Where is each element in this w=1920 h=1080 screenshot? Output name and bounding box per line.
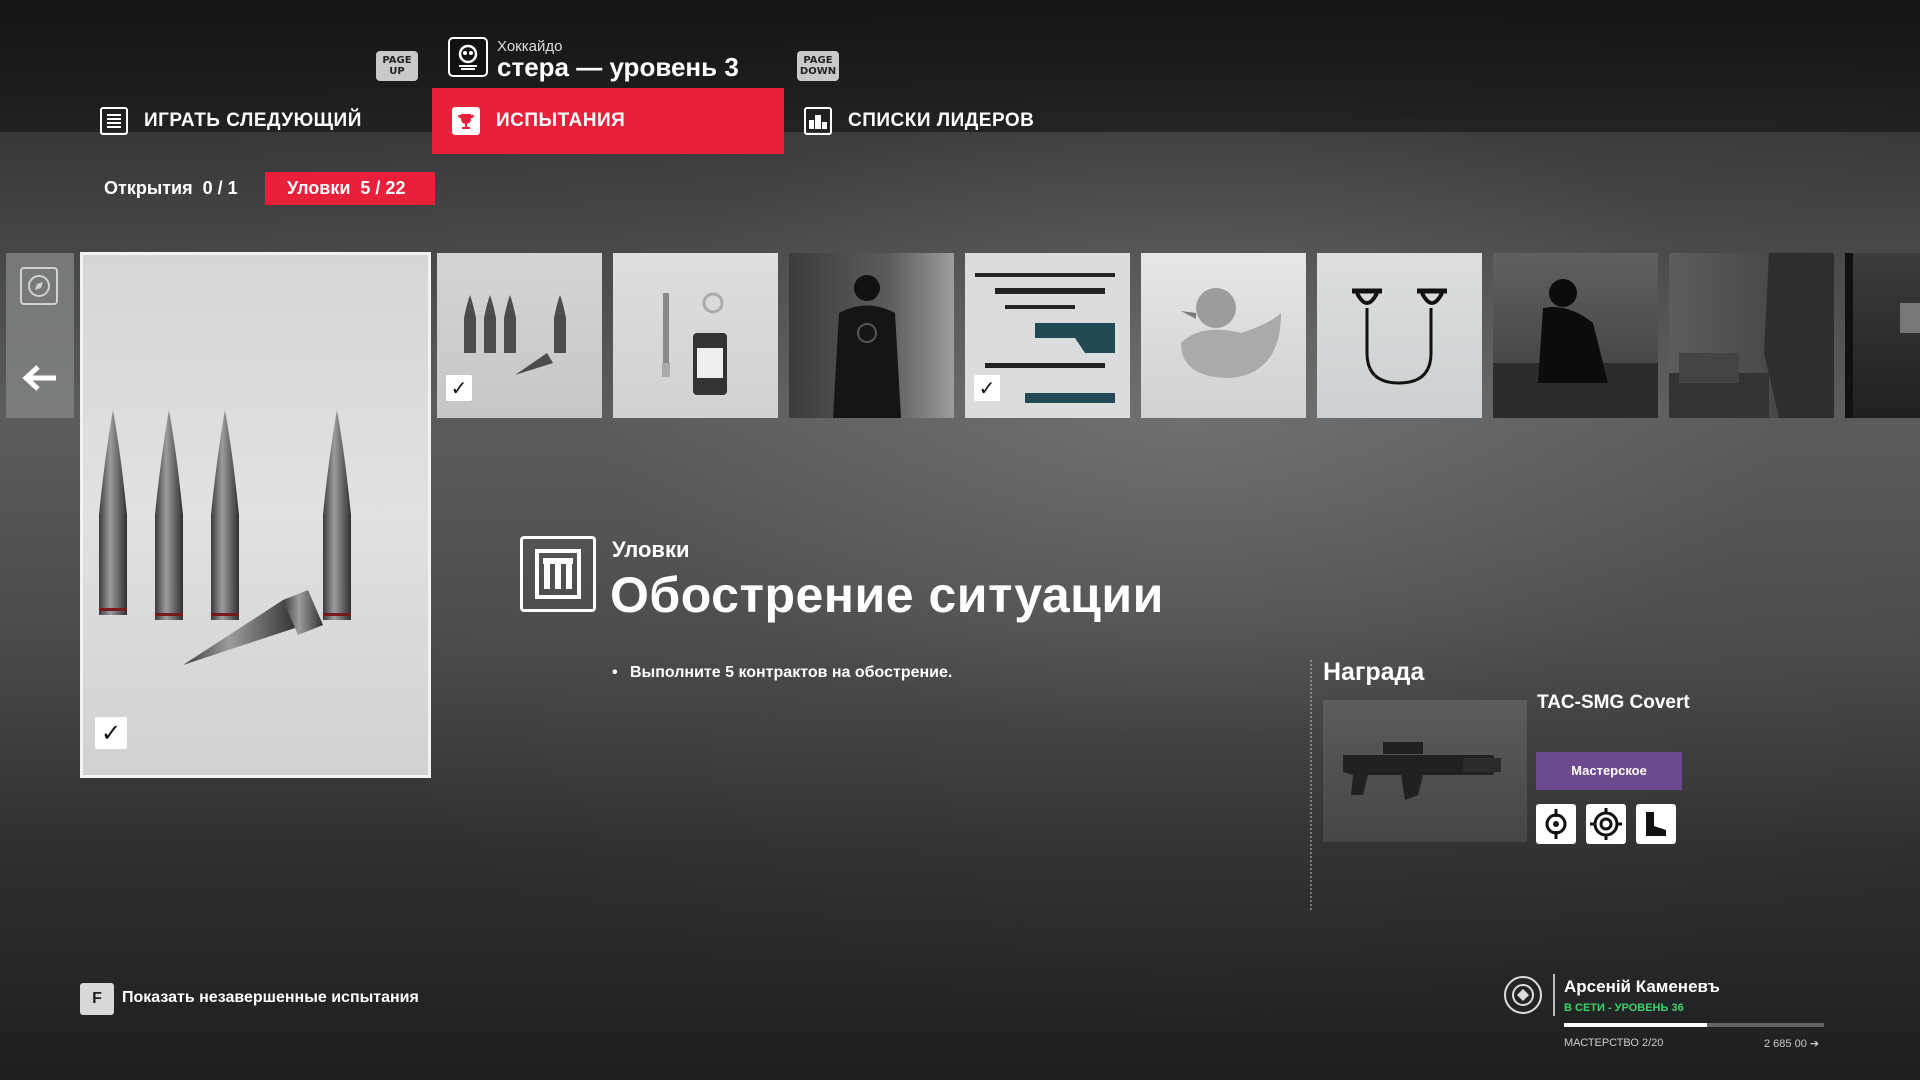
- tab-leaderboards-label: СПИСКИ ЛИДЕРОВ: [848, 110, 1035, 131]
- mastery-progress-bar: [1564, 1023, 1824, 1027]
- challenge-category: Уловки: [612, 537, 690, 562]
- reward-divider: [1310, 660, 1312, 910]
- trophy-icon: [452, 107, 480, 135]
- reticle-icon: [1536, 804, 1576, 844]
- page-down-key[interactable]: PAGE DOWN: [797, 51, 839, 81]
- boot-icon: [1636, 804, 1676, 844]
- f-key[interactable]: F: [80, 983, 114, 1015]
- crouching-figure-icon: [1493, 279, 1658, 418]
- challenge-tile-bullets[interactable]: ✓: [437, 253, 602, 418]
- challenge-tile-crouching[interactable]: [1493, 253, 1658, 418]
- reward-heading: Награда: [1323, 658, 1425, 686]
- filter-feats-count: 5 / 22: [360, 178, 406, 198]
- reward-weapon-image: [1323, 700, 1527, 842]
- filter-feats[interactable]: Уловки 5 / 22: [265, 172, 435, 205]
- challenge-title: Обострение ситуации: [610, 567, 1164, 623]
- page-up-key[interactable]: PAGE UP: [376, 51, 418, 81]
- feat-category-icon: [520, 536, 596, 612]
- tab-challenges[interactable]: ИСПЫТАНИЯ: [432, 88, 784, 154]
- completed-check-icon: ✓: [95, 717, 127, 749]
- tab-leaderboards[interactable]: СПИСКИ ЛИДЕРОВ: [804, 88, 1034, 154]
- tile-check-icon: ✓: [974, 375, 1000, 401]
- challenge-tile-fiber-wire[interactable]: [1317, 253, 1482, 418]
- selected-challenge-image: ✓: [80, 252, 431, 778]
- scope-icon: [1586, 804, 1626, 844]
- syringe-icon: [662, 292, 727, 395]
- leaderboard-icon: [804, 107, 832, 135]
- mastery-progress-fill: [1564, 1023, 1707, 1027]
- page-down-label: PAGE DOWN: [799, 55, 837, 77]
- profile-emblem-icon: [1504, 976, 1542, 1014]
- challenge-tile-syringe[interactable]: [613, 253, 778, 418]
- back-arrow-icon[interactable]: [20, 363, 60, 393]
- filter-discoveries[interactable]: Открытия 0 / 1: [82, 172, 260, 205]
- compass-icon[interactable]: [20, 267, 58, 305]
- rubber-duck-icon: [1181, 288, 1281, 378]
- tile-check-icon: ✓: [446, 375, 472, 401]
- challenge-tile-cliff[interactable]: [1669, 253, 1834, 418]
- dark-room-icon: [1845, 253, 1920, 418]
- challenge-tile-duck[interactable]: [1141, 253, 1306, 418]
- side-nav: [6, 253, 74, 418]
- mastery-label: МАСТЕРСТВО 2/20: [1564, 1037, 1664, 1049]
- filter-feats-label: Уловки: [287, 178, 351, 198]
- page-up-label: PAGE UP: [382, 55, 412, 77]
- tab-play-next-label: ИГРАТЬ СЛЕДУЮЩИЙ: [144, 110, 362, 131]
- show-incomplete-hint[interactable]: Показать незавершенные испытания: [122, 989, 419, 1007]
- challenge-tile-room[interactable]: [1845, 253, 1920, 418]
- location-title: стера — уровень 3: [497, 52, 739, 82]
- reward-name: TAC-SMG Covert: [1537, 692, 1690, 713]
- profile-separator: [1553, 974, 1555, 1016]
- challenge-tile-rifle-parts[interactable]: ✓: [965, 253, 1130, 418]
- challenge-objective: Выполните 5 контрактов на обострение.: [612, 664, 952, 682]
- filter-discoveries-label: Открытия: [104, 178, 193, 198]
- fiber-wire-icon: [1352, 288, 1447, 385]
- tab-play-next[interactable]: ИГРАТЬ СЛЕДУЮЩИЙ: [100, 88, 362, 154]
- xp-label: 2 685 00 ➔: [1764, 1038, 1820, 1050]
- tab-challenges-label: ИСПЫТАНИЯ: [496, 110, 626, 131]
- rarity-badge: Мастерское: [1536, 752, 1682, 790]
- agent-silhouette-icon: [833, 275, 901, 418]
- cliff-building-icon: [1669, 253, 1834, 418]
- profile-name: Арсенiй Каменевъ: [1564, 977, 1720, 996]
- skull-location-icon: [448, 37, 488, 77]
- xp-value: 2 685 00: [1764, 1038, 1807, 1050]
- challenge-tile-agent[interactable]: [789, 253, 954, 418]
- filter-discoveries-count: 0 / 1: [202, 178, 238, 198]
- list-icon: [100, 107, 128, 135]
- profile-status: В СЕТИ - УРОВЕНЬ 36: [1564, 1002, 1684, 1014]
